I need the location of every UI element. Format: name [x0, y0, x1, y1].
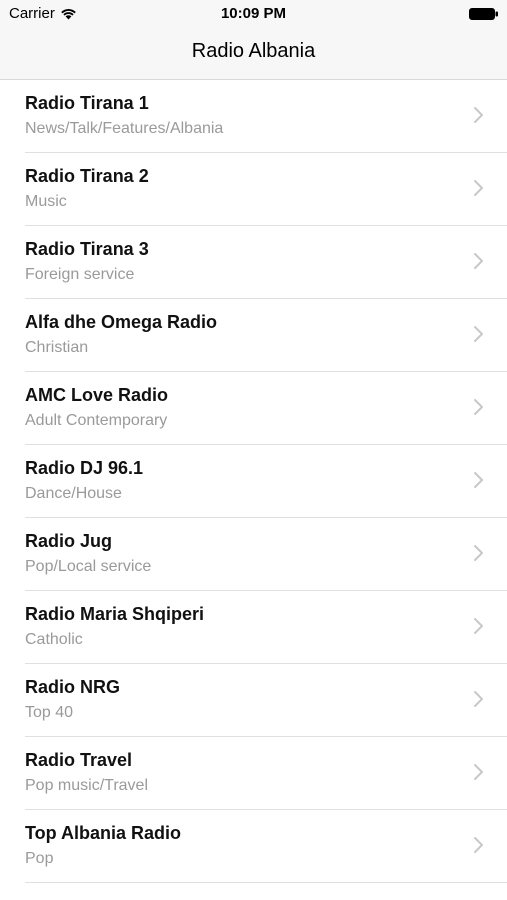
station-name: Radio Tirana 2: [25, 166, 149, 186]
station-genre: Adult Contemporary: [25, 412, 168, 429]
station-genre: Music: [25, 193, 67, 210]
chevron-right-icon: [474, 545, 483, 561]
station-name: Alfa dhe Omega Radio: [25, 312, 218, 332]
station-genre: Foreign service: [25, 266, 135, 283]
station-row[interactable]: Radio Maria Shqiperi Catholic: [25, 591, 507, 664]
chevron-right-icon: [474, 764, 483, 780]
station-genre: Dance/House: [25, 485, 122, 502]
station-name: Radio Maria Shqiperi: [25, 604, 205, 624]
station-name: Radio Jug: [25, 531, 113, 551]
station-genre: Christian: [25, 339, 89, 356]
station-row[interactable]: Radio Jug Pop/Local service: [25, 518, 507, 591]
chevron-right-icon: [474, 472, 483, 488]
chevron-right-icon: [474, 837, 483, 853]
station-row[interactable]: Radio Tirana 3 Foreign service: [25, 226, 507, 299]
station-genre: Pop: [25, 850, 54, 867]
station-genre: Pop/Local service: [25, 558, 152, 575]
top-bar: Carrier 10:09 PM Radio Albania: [0, 0, 507, 80]
station-name: AMC Love Radio: [25, 385, 169, 405]
station-row[interactable]: AMC Love Radio Adult Contemporary: [25, 372, 507, 445]
station-row[interactable]: Radio NRG Top 40: [25, 664, 507, 737]
station-row[interactable]: Radio Tirana 2 Music: [25, 153, 507, 226]
station-name: Radio DJ 96.1: [25, 458, 144, 478]
station-name: Radio Tirana 3: [25, 239, 149, 259]
station-list: Radio Tirana 1 News/Talk/Features/Albania…: [0, 80, 507, 883]
status-bar: Carrier 10:09 PM: [0, 0, 507, 28]
station-genre: Catholic: [25, 631, 83, 648]
status-time: 10:09 PM: [220, 5, 287, 22]
station-genre: Top 40: [25, 704, 74, 721]
chevron-right-icon: [474, 253, 483, 269]
app-screen: Carrier 10:09 PM Radio Albania Radio Tir…: [0, 0, 507, 900]
chevron-right-icon: [474, 691, 483, 707]
station-genre: News/Talk/Features/Albania: [25, 120, 224, 137]
chevron-right-icon: [474, 618, 483, 634]
station-row[interactable]: Top Albania Radio Pop: [25, 810, 507, 883]
chevron-right-icon: [474, 180, 483, 196]
station-name: Radio NRG: [25, 677, 121, 697]
station-row[interactable]: Radio Travel Pop music/Travel: [25, 737, 507, 810]
battery-icon: [469, 8, 498, 20]
chevron-right-icon: [474, 399, 483, 415]
page-title: Radio Albania: [191, 40, 316, 62]
station-name: Top Albania Radio: [25, 823, 181, 843]
station-name: Radio Tirana 1: [25, 93, 149, 113]
chevron-right-icon: [474, 326, 483, 342]
station-row[interactable]: Radio Tirana 1 News/Talk/Features/Albania: [25, 80, 507, 153]
station-name: Radio Travel: [25, 750, 133, 770]
station-row[interactable]: Radio DJ 96.1 Dance/House: [25, 445, 507, 518]
chevron-right-icon: [474, 107, 483, 123]
station-row[interactable]: Alfa dhe Omega Radio Christian: [25, 299, 507, 372]
station-genre: Pop music/Travel: [25, 777, 148, 794]
